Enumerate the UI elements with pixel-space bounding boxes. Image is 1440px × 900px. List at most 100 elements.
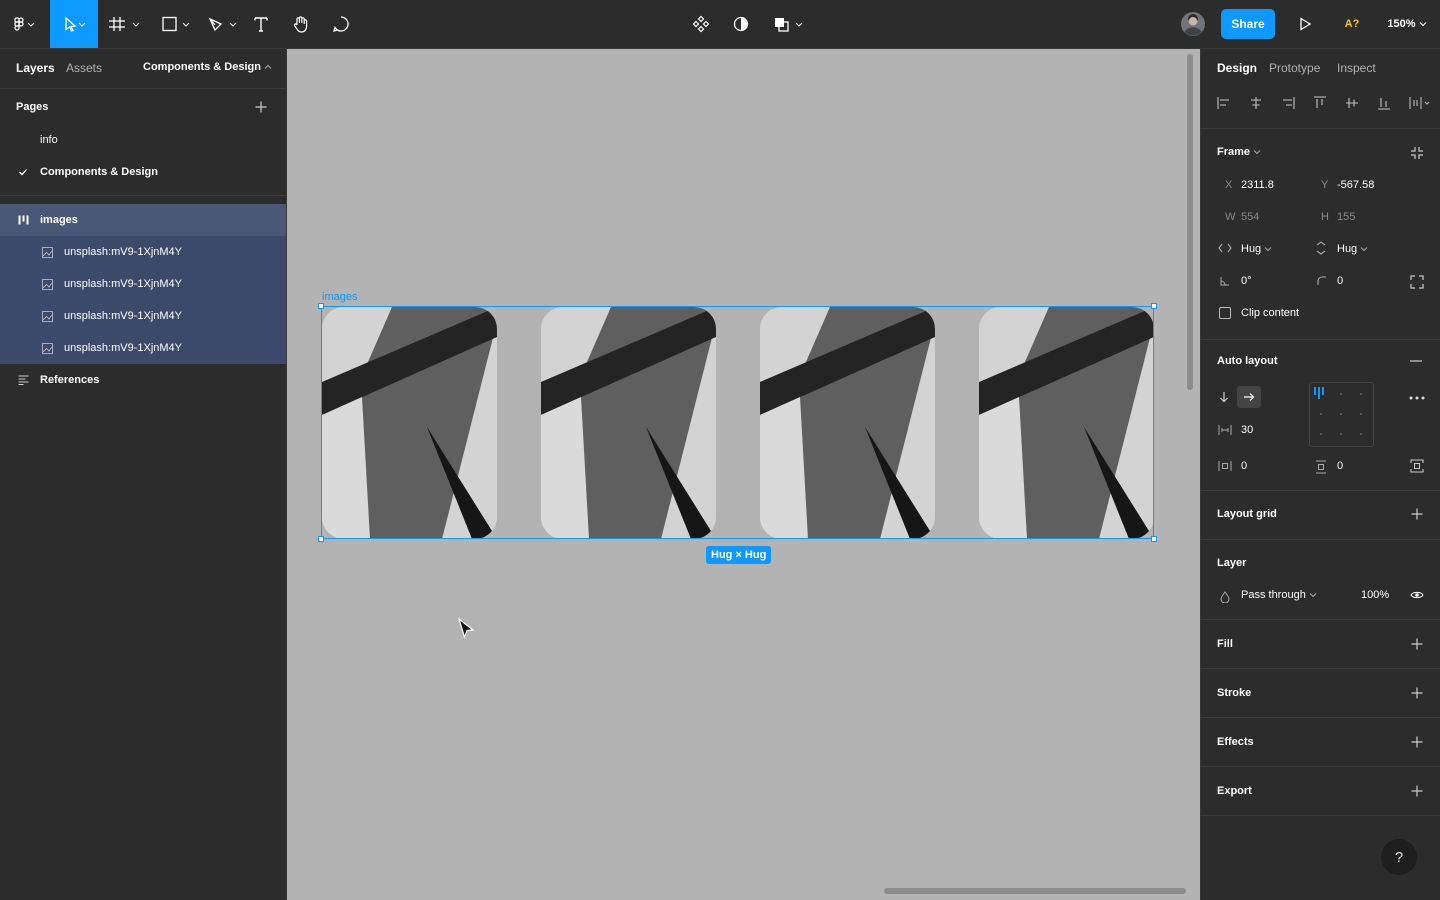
horizontal-padding-icon	[1218, 461, 1232, 471]
add-effect-icon[interactable]	[1411, 736, 1423, 748]
resize-handle[interactable]	[318, 536, 324, 542]
hand-tool-button[interactable]	[288, 0, 314, 48]
alignment-grid-dots	[1314, 387, 1362, 435]
image-icon	[42, 342, 53, 354]
spacing-input[interactable]: 30	[1241, 424, 1253, 436]
boolean-button[interactable]	[768, 0, 808, 48]
chevron-down-icon	[1309, 593, 1317, 598]
pen-tool-button[interactable]	[198, 0, 242, 48]
align-horizontal-center-icon[interactable]	[1249, 96, 1263, 110]
alignment-toolbar	[1217, 96, 1431, 110]
figma-logo-icon	[14, 17, 35, 31]
horizontal-padding-input[interactable]: 0	[1241, 460, 1247, 472]
resize-handle[interactable]	[318, 303, 324, 309]
align-vertical-center-icon[interactable]	[1345, 96, 1359, 110]
size-badge: Hug × Hug	[706, 546, 772, 564]
distribute-icon[interactable]	[1409, 96, 1431, 110]
individual-padding-icon[interactable]	[1410, 459, 1424, 473]
page-item-components[interactable]: Components & Design	[0, 156, 286, 188]
direction-horizontal-button[interactable]	[1237, 386, 1261, 408]
arrow-right-icon	[1244, 393, 1255, 401]
layer-row-references[interactable]: References	[0, 364, 286, 396]
tab-assets[interactable]: Assets	[66, 61, 102, 75]
layer-row-image[interactable]: unsplash:mV9-1XjnM4Y	[0, 300, 286, 332]
x-input[interactable]: 2311.8	[1241, 179, 1274, 191]
page-item-info[interactable]: info	[0, 124, 286, 156]
layer-label: unsplash:mV9-1XjnM4Y	[64, 278, 183, 290]
zoom-menu[interactable]: 150%	[1382, 0, 1432, 48]
mask-button[interactable]	[728, 0, 754, 48]
spacing-icon	[1218, 425, 1232, 435]
text-tool-button[interactable]	[248, 0, 274, 48]
layer-row-images[interactable]: images	[0, 204, 286, 236]
add-export-icon[interactable]	[1411, 785, 1423, 797]
resize-to-fit-icon[interactable]	[1410, 146, 1424, 160]
divider	[0, 195, 286, 196]
opacity-input[interactable]: 100%	[1361, 589, 1389, 601]
resize-handle[interactable]	[1151, 303, 1157, 309]
vertical-scrollbar[interactable]	[1187, 54, 1193, 390]
tab-design[interactable]: Design	[1217, 61, 1257, 75]
eye-icon[interactable]	[1410, 590, 1424, 600]
rotation-icon	[1220, 277, 1229, 286]
components-button[interactable]	[688, 0, 714, 48]
pointer-icon	[65, 16, 86, 32]
vertical-resizing-select[interactable]: Hug	[1337, 243, 1368, 255]
layer-label: unsplash:mV9-1XjnM4Y	[64, 310, 183, 322]
height-input[interactable]: 155	[1337, 211, 1355, 223]
shape-tool-button[interactable]	[152, 0, 196, 48]
missing-fonts-button[interactable]: A?	[1338, 0, 1366, 48]
layer-row-image[interactable]: unsplash:mV9-1XjnM4Y	[0, 236, 286, 268]
frame-type-menu[interactable]: Frame	[1217, 146, 1261, 158]
horizontal-resizing-select[interactable]: Hug	[1241, 243, 1272, 255]
toolbar: Share A? 150%	[0, 0, 1440, 49]
add-fill-icon[interactable]	[1411, 638, 1423, 650]
width-input[interactable]: 554	[1241, 211, 1259, 223]
frame-name-label[interactable]: images	[322, 291, 357, 303]
align-left-icon[interactable]	[1217, 96, 1231, 110]
alignment-grid[interactable]	[1309, 382, 1374, 447]
independent-corners-icon[interactable]	[1410, 275, 1424, 289]
x-label: X	[1225, 179, 1233, 191]
divider	[1201, 717, 1440, 718]
share-button[interactable]: Share	[1221, 9, 1275, 39]
y-input[interactable]: -567.58	[1337, 179, 1374, 191]
page-selector[interactable]: Components & Design	[143, 61, 272, 73]
layer-row-image[interactable]: unsplash:mV9-1XjnM4Y	[0, 268, 286, 300]
tab-prototype[interactable]: Prototype	[1269, 61, 1320, 75]
resize-handle[interactable]	[1151, 536, 1157, 542]
more-options-icon[interactable]	[1409, 396, 1425, 400]
add-page-icon[interactable]	[255, 101, 267, 113]
horizontal-scrollbar[interactable]	[884, 888, 1186, 894]
image-icon	[42, 310, 53, 322]
align-top-icon[interactable]	[1313, 96, 1327, 110]
clip-content-checkbox[interactable]	[1219, 307, 1231, 319]
blend-mode-select[interactable]: Pass through	[1241, 589, 1317, 601]
tab-layers[interactable]: Layers	[16, 61, 55, 75]
add-stroke-icon[interactable]	[1411, 687, 1423, 699]
help-button[interactable]: ?	[1381, 839, 1417, 875]
clip-content-label: Clip content	[1241, 307, 1300, 319]
vertical-resizing-value: Hug	[1337, 243, 1358, 255]
comment-tool-button[interactable]	[328, 0, 354, 48]
pages-heading: Pages	[16, 101, 49, 113]
present-button[interactable]	[1292, 0, 1318, 48]
layer-row-image[interactable]: unsplash:mV9-1XjnM4Y	[0, 332, 286, 364]
move-tool-button[interactable]	[50, 0, 98, 48]
layer-section-title: Layer	[1217, 557, 1247, 569]
main-menu-button[interactable]	[0, 0, 48, 48]
vertical-padding-input[interactable]: 0	[1337, 460, 1343, 472]
corner-radius-input[interactable]: 0	[1337, 275, 1343, 287]
align-right-icon[interactable]	[1281, 96, 1295, 110]
divider	[1201, 668, 1440, 669]
h-label: H	[1321, 211, 1329, 223]
add-layout-grid-icon[interactable]	[1411, 508, 1423, 520]
rotation-input[interactable]: 0°	[1241, 275, 1252, 287]
arrow-down-icon[interactable]	[1219, 391, 1229, 403]
avatar[interactable]	[1180, 0, 1206, 48]
w-label: W	[1225, 211, 1236, 223]
align-bottom-icon[interactable]	[1377, 96, 1391, 110]
frame-tool-button[interactable]	[104, 0, 144, 48]
tab-inspect[interactable]: Inspect	[1337, 61, 1376, 75]
remove-auto-layout-icon[interactable]	[1410, 360, 1422, 362]
